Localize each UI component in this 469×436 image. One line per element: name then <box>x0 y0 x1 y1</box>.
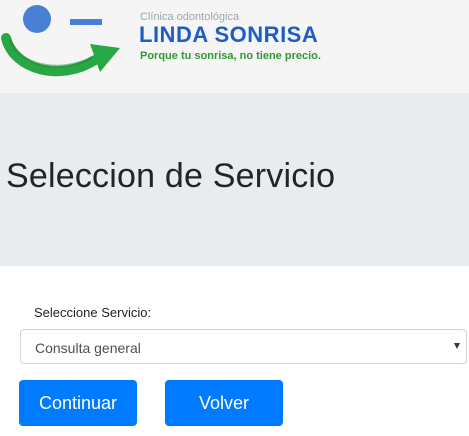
back-button[interactable]: Volver <box>165 380 283 426</box>
smile-arrow-logo-icon <box>1 5 120 77</box>
page-title: Seleccion de Servicio <box>6 157 336 195</box>
service-select[interactable]: Consulta general <box>20 329 467 364</box>
caret-down-icon <box>454 343 460 349</box>
service-label: Seleccione Servicio: <box>34 305 152 320</box>
brand-name: LINDA SONRISA <box>139 22 319 47</box>
jumbotron: Seleccion de Servicio <box>0 93 469 266</box>
site-header: Clínica odontológica LINDA SONRISA Porqu… <box>0 0 469 93</box>
brand-tagline: Porque tu sonrisa, no tiene precio. <box>140 50 321 62</box>
service-select-value: Consulta general <box>35 340 141 356</box>
continue-button[interactable]: Continuar <box>19 380 137 426</box>
